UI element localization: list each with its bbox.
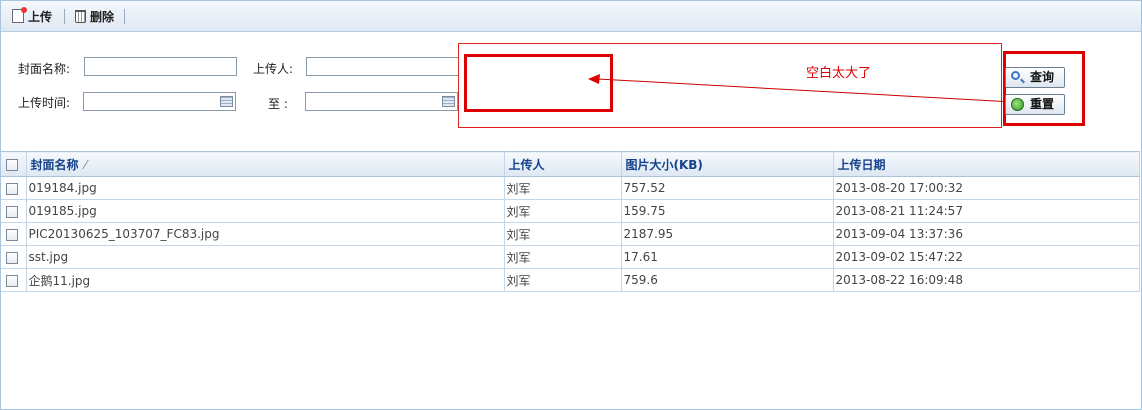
trash-icon [75,10,86,23]
table-header-row: 封面名称 ⁄ 上传人 图片大小(KB) 上传日期 [1,151,1140,177]
cell-cover-name: 企鹅11.jpg [26,268,505,292]
row-checkbox[interactable] [6,251,18,264]
row-checkbox[interactable] [6,205,18,218]
cell-uploader: 刘军 [504,176,622,200]
cell-file-size: 159.75 [621,199,834,223]
calendar-icon[interactable] [220,96,233,107]
uploader-label: 上传人: [253,62,294,76]
row-checkbox[interactable] [6,274,18,287]
cell-file-size: 759.6 [621,268,834,292]
upload-button[interactable]: 上传 [12,7,53,26]
query-label: 查询 [1030,70,1055,84]
column-header-file-size[interactable]: 图片大小(KB) [621,151,834,177]
annotation-text: 空白太大了 [806,66,872,81]
toolbar-separator [124,9,125,24]
cell-cover-name: 019184.jpg [26,176,505,200]
reset-label: 重置 [1030,97,1055,111]
delete-button[interactable]: 删除 [75,8,114,26]
cell-upload-date: 2013-09-02 15:47:22 [833,245,1140,269]
column-header-uploader[interactable]: 上传人 [504,151,622,177]
table-row[interactable]: 019185.jpg 刘军 159.75 2013-08-21 11:24:57 [1,199,1140,223]
upload-time-label: 上传时间: [18,96,71,110]
cell-upload-date: 2013-09-04 13:37:36 [833,222,1140,246]
toolbar-separator [64,9,65,24]
cover-name-input[interactable] [84,57,237,76]
select-all-cell [1,151,27,177]
cell-file-size: 2187.95 [621,222,834,246]
delete-label: 删除 [90,10,115,24]
cell-upload-date: 2013-08-22 16:09:48 [833,268,1140,292]
cell-upload-date: 2013-08-20 17:00:32 [833,176,1140,200]
time-to-input[interactable] [305,92,458,111]
cell-upload-date: 2013-08-21 11:24:57 [833,199,1140,223]
table-row[interactable]: sst.jpg 刘军 17.61 2013-09-02 15:47:22 [1,245,1140,269]
column-header-cover-name[interactable]: 封面名称 ⁄ [26,151,505,177]
annotation-highlight-box [464,54,613,112]
cell-cover-name: PIC20130625_103707_FC83.jpg [26,222,505,246]
cell-uploader: 刘军 [504,245,622,269]
table-row[interactable]: 企鹅11.jpg 刘军 759.6 2013-08-22 16:09:48 [1,268,1140,292]
row-checkbox[interactable] [6,228,18,241]
time-from-input[interactable] [83,92,236,111]
reset-button[interactable]: 重置 [1005,94,1065,115]
toolbar: 上传 删除 [1,1,1141,32]
upload-label: 上传 [28,10,53,24]
cell-file-size: 17.61 [621,245,834,269]
search-icon [1011,71,1020,80]
sort-indicator-icon: ⁄ [84,157,87,172]
table-row[interactable]: PIC20130625_103707_FC83.jpg 刘军 2187.95 2… [1,222,1140,246]
cell-cover-name: 019185.jpg [26,199,505,223]
cell-uploader: 刘军 [504,222,622,246]
uploader-input[interactable] [306,57,459,76]
cell-uploader: 刘军 [504,268,622,292]
to-label: 至 : [268,97,288,111]
calendar-icon[interactable] [442,96,455,107]
cover-name-label: 封面名称: [18,62,71,76]
column-header-upload-date[interactable]: 上传日期 [833,151,1140,177]
cell-cover-name: sst.jpg [26,245,505,269]
row-checkbox[interactable] [6,182,18,195]
cell-file-size: 757.52 [621,176,834,200]
select-all-checkbox[interactable] [6,158,18,171]
reset-icon [1011,98,1024,111]
upload-icon [12,7,27,23]
cell-uploader: 刘军 [504,199,622,223]
query-button[interactable]: 查询 [1005,67,1065,88]
file-table: 封面名称 ⁄ 上传人 图片大小(KB) 上传日期 019184.jpg 刘军 75… [1,151,1140,292]
table-row[interactable]: 019184.jpg 刘军 757.52 2013-08-20 17:00:32 [1,176,1140,200]
